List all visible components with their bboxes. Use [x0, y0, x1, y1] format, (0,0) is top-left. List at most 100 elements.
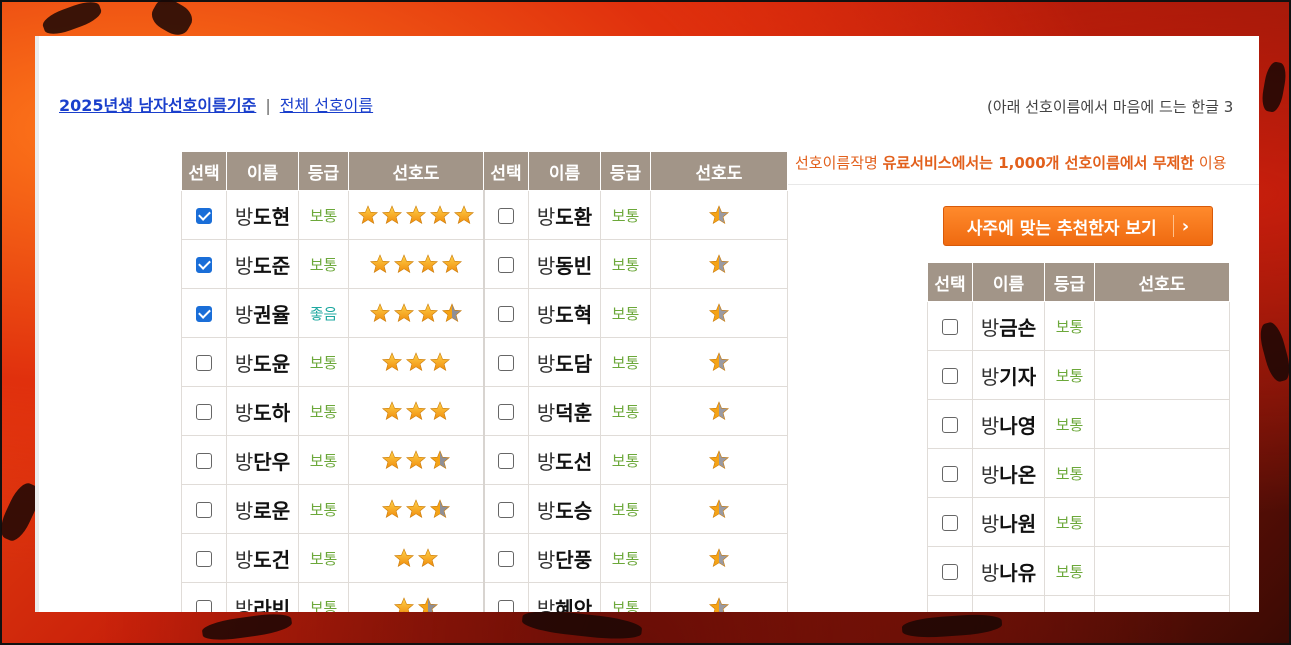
name-checkbox[interactable]: [196, 404, 212, 420]
full-name: 방도건: [235, 548, 290, 572]
preference-stars: [348, 239, 485, 289]
name-checkbox[interactable]: [498, 404, 515, 420]
full-name: 방도하: [235, 401, 290, 425]
star-icon: [453, 205, 474, 225]
name-checkbox[interactable]: [498, 208, 515, 224]
name-checkbox[interactable]: [196, 257, 212, 273]
select-cell: [483, 533, 529, 583]
name-checkbox[interactable]: [196, 502, 212, 518]
empty-cell: [972, 595, 1045, 612]
empty-cell: [927, 595, 973, 612]
name-checkbox[interactable]: [498, 600, 515, 612]
name-checkbox[interactable]: [196, 355, 212, 371]
header-name: 이름: [528, 151, 601, 191]
star-icon: [405, 205, 426, 225]
surname: 방: [536, 302, 556, 327]
link-all-names[interactable]: 전체 선호이름: [280, 96, 373, 115]
preference-cell: [1094, 301, 1230, 351]
full-name: 방동빈: [537, 254, 592, 278]
name-cell: 방나유: [972, 546, 1045, 596]
select-cell: [483, 386, 529, 436]
star-icon: [709, 450, 729, 470]
grade-cell: 보통: [1044, 448, 1095, 498]
surname: 방: [536, 449, 556, 474]
name-checkbox[interactable]: [498, 257, 515, 273]
preference-stars: [650, 435, 788, 485]
surname: 방: [536, 204, 556, 229]
grade-cell: 보통: [600, 386, 651, 436]
grade-label: 보통: [611, 353, 640, 372]
grade-label: 보통: [611, 598, 640, 613]
grade-cell: 보통: [298, 190, 349, 240]
name-checkbox[interactable]: [498, 453, 515, 469]
table-row: [927, 595, 1230, 612]
full-name: 방단우: [235, 450, 290, 474]
table-row: 방도윤 보통 방도담 보통: [181, 337, 788, 387]
select-cell: [483, 288, 529, 338]
name-cell: 방도환: [528, 190, 601, 240]
name-checkbox[interactable]: [196, 306, 212, 322]
name-cell: 방도건: [226, 533, 299, 583]
star-icon: [417, 254, 438, 274]
surname: 방: [234, 547, 254, 572]
name-checkbox[interactable]: [942, 564, 958, 580]
name-checkbox[interactable]: [498, 355, 515, 371]
select-cell: [927, 448, 973, 498]
header-name: 이름: [226, 151, 299, 191]
select-cell: [483, 239, 529, 289]
table-header-row: 선택 이름 등급 선호도: [927, 262, 1230, 302]
select-cell: [927, 350, 973, 400]
full-name: 방도담: [537, 352, 592, 376]
name-checkbox[interactable]: [942, 417, 958, 433]
grade-cell: 보통: [600, 484, 651, 534]
grade-label: 보통: [611, 500, 640, 519]
name-checkbox[interactable]: [942, 319, 958, 335]
full-name: 방도승: [537, 499, 592, 523]
preference-stars: [650, 288, 788, 338]
select-cell: [927, 399, 973, 449]
star-icon: [441, 303, 462, 323]
preference-stars: [348, 386, 485, 436]
header-preference: 선호도: [348, 151, 484, 191]
grade-cell: 보통: [600, 239, 651, 289]
full-name: 방금손: [981, 316, 1036, 340]
star-icon: [429, 450, 450, 470]
name-cell: 방로운: [226, 484, 299, 534]
star-icon: [429, 401, 450, 421]
given-name: 도승: [555, 498, 593, 523]
name-checkbox[interactable]: [498, 306, 515, 322]
name-checkbox[interactable]: [498, 502, 515, 518]
background-stroke: [147, 0, 197, 40]
select-cell: [181, 190, 227, 240]
grade-label: 보통: [309, 353, 338, 372]
name-checkbox[interactable]: [942, 368, 958, 384]
name-checkbox[interactable]: [498, 551, 515, 567]
name-checkbox[interactable]: [196, 453, 212, 469]
name-checkbox[interactable]: [196, 551, 212, 567]
grade-label: 보통: [309, 598, 338, 613]
name-checkbox[interactable]: [942, 515, 958, 531]
grade-label: 보통: [309, 500, 338, 519]
given-name: 도현: [253, 204, 291, 229]
full-name: 방권율: [235, 303, 290, 327]
name-cell: 방도승: [528, 484, 601, 534]
full-name: 방혜안: [537, 597, 592, 613]
grade-cell: 보통: [298, 582, 349, 613]
name-checkbox[interactable]: [942, 466, 958, 482]
name-cell: 방단풍: [528, 533, 601, 583]
name-checkbox[interactable]: [196, 600, 212, 612]
link-separator: |: [265, 96, 271, 115]
name-cell: 방나온: [972, 448, 1045, 498]
surname: 방: [234, 596, 254, 613]
star-icon: [357, 205, 378, 225]
grade-cell: 보통: [600, 288, 651, 338]
surname: 방: [980, 462, 1000, 487]
full-name: 방기자: [981, 365, 1036, 389]
link-2025-male-names[interactable]: 2025년생 남자선호이름기준: [59, 96, 256, 115]
name-checkbox[interactable]: [196, 208, 212, 224]
name-cell: 방도윤: [226, 337, 299, 387]
preference-cell: [1094, 350, 1230, 400]
recommend-hanja-button[interactable]: 사주에 맞는 추천한자 보기 ›: [943, 206, 1213, 246]
grade-cell: 좋음: [298, 288, 349, 338]
panel-edge: [35, 36, 39, 612]
